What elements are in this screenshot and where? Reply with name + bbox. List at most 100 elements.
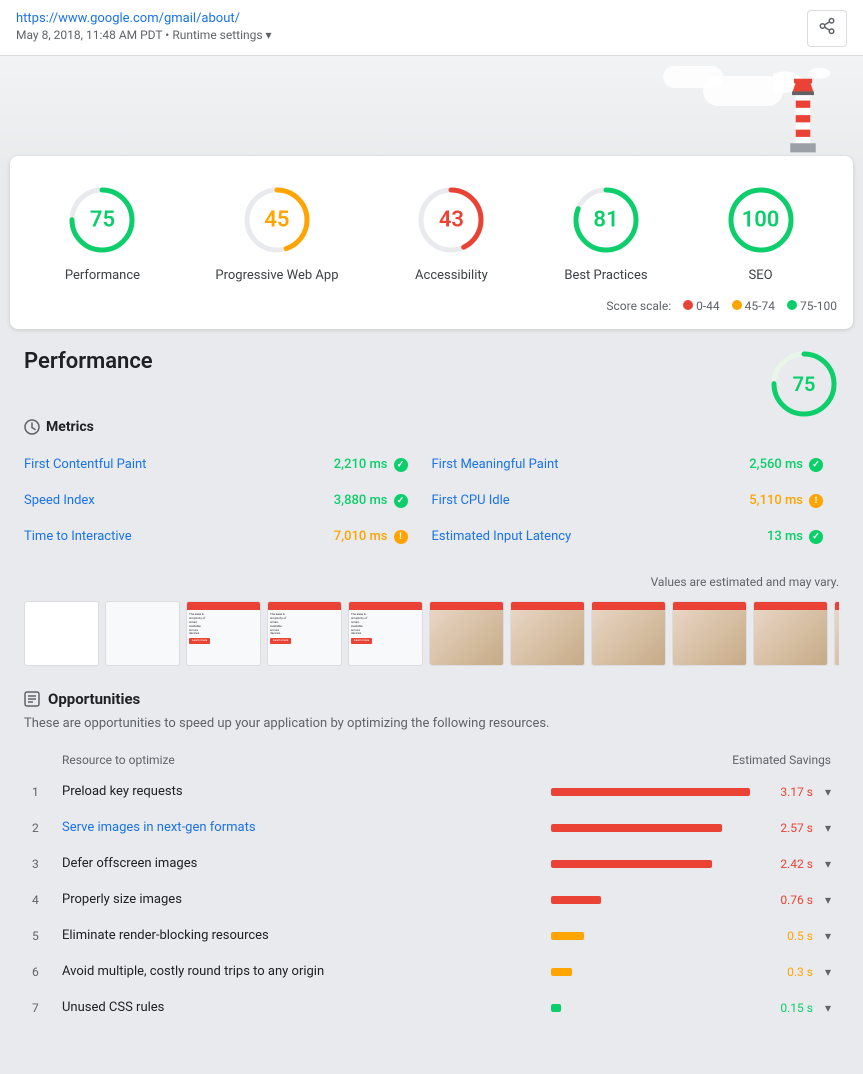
opp-name[interactable]: Serve images in next-gen formats (62, 820, 551, 835)
metric-status-dot: ! (809, 494, 823, 508)
performance-score-circle: 75 (769, 349, 839, 419)
score-number-seo: 100 (742, 208, 780, 233)
metric-name[interactable]: First Meaningful Paint (432, 457, 559, 472)
filmstrip-frame: The ease &simplicity ofGmail,availableac… (267, 601, 342, 666)
score-scale-label: Score scale: (606, 299, 671, 313)
performance-score-value: 75 (793, 372, 816, 396)
filmstrip: The ease &simplicity ofGmail,availableac… (24, 601, 839, 666)
opp-savings: 0.76 s ▾ (551, 893, 831, 907)
chevron-down-icon: ▾ (825, 821, 831, 835)
metric-value: 3,880 ms ✓ (334, 493, 408, 508)
metric-status-dot: ✓ (809, 458, 823, 472)
opp-bar-container (551, 1004, 760, 1012)
col-resource-header: Resource to optimize (62, 753, 551, 767)
score-number-pwa: 45 (264, 208, 289, 233)
estimates-note: Values are estimated and may vary. (24, 575, 839, 589)
opportunities-list: 1 Preload key requests 3.17 s ▾ 2 Serve … (24, 773, 839, 1025)
opp-name: Unused CSS rules (62, 1000, 551, 1015)
opp-bar (551, 860, 712, 868)
opp-number: 2 (32, 821, 62, 835)
score-circle-performance: 75 (62, 180, 142, 260)
score-item-performance[interactable]: 75 Performance (62, 180, 142, 283)
metric-row: First Meaningful Paint 2,560 ms ✓ (432, 447, 840, 483)
opportunity-row[interactable]: 1 Preload key requests 3.17 s ▾ (24, 773, 839, 809)
main-content: Performance 75 Metrics First Contentful … (0, 329, 863, 1045)
opp-bar (551, 1004, 561, 1012)
score-item-pwa[interactable]: 45 Progressive Web App (215, 180, 338, 283)
metric-value: 7,010 ms ! (334, 529, 408, 544)
chevron-down-icon: ▾ (825, 857, 831, 871)
metric-name[interactable]: Estimated Input Latency (432, 529, 572, 544)
opp-name: Preload key requests (62, 784, 551, 799)
opportunities-title: Opportunities (48, 690, 140, 708)
score-number-accessibility: 43 (439, 208, 464, 233)
opp-savings: 0.15 s ▾ (551, 1001, 831, 1015)
metric-name[interactable]: Time to Interactive (24, 529, 132, 544)
score-item-seo[interactable]: 100 SEO (721, 180, 801, 283)
opportunities-icon (24, 691, 40, 707)
metric-row: Speed Index 3,880 ms ✓ (24, 483, 432, 519)
url-link[interactable]: https://www.google.com/gmail/about/ (16, 11, 240, 26)
filmstrip-frame (591, 601, 666, 666)
score-label-best-practices: Best Practices (564, 268, 647, 283)
opp-bar (551, 968, 572, 976)
opp-bar (551, 824, 722, 832)
metric-value: 2,210 ms ✓ (334, 457, 408, 472)
score-item-best-practices[interactable]: 81 Best Practices (564, 180, 647, 283)
metric-name[interactable]: First CPU Idle (432, 493, 510, 508)
metrics-label: Metrics (46, 419, 94, 435)
score-circle-pwa: 45 (237, 180, 317, 260)
opp-savings: 3.17 s ▾ (551, 785, 831, 799)
opp-savings: 0.5 s ▾ (551, 929, 831, 943)
score-label-pwa: Progressive Web App (215, 268, 338, 283)
metric-status-dot: ! (394, 530, 408, 544)
opp-value: 2.57 s (768, 821, 813, 835)
metric-status-dot: ✓ (394, 494, 408, 508)
filmstrip-frame (24, 601, 99, 666)
opp-number: 1 (32, 785, 62, 799)
opp-number: 4 (32, 893, 62, 907)
share-button[interactable] (807, 10, 847, 47)
metric-name[interactable]: Speed Index (24, 493, 95, 508)
score-number-best-practices: 81 (593, 208, 618, 233)
opportunity-row[interactable]: 3 Defer offscreen images 2.42 s ▾ (24, 845, 839, 881)
opp-value: 3.17 s (768, 785, 813, 799)
opportunity-row[interactable]: 7 Unused CSS rules 0.15 s ▾ (24, 989, 839, 1025)
metric-row: Estimated Input Latency 13 ms ✓ (432, 519, 840, 555)
opp-bar (551, 788, 750, 796)
filmstrip-frame: The ease &simplicity ofGmail,availableac… (186, 601, 261, 666)
opp-value: 0.3 s (768, 965, 813, 979)
metric-value: 13 ms ✓ (767, 529, 823, 544)
opp-bar (551, 932, 584, 940)
opportunity-row[interactable]: 6 Avoid multiple, costly round trips to … (24, 953, 839, 989)
metric-row: Time to Interactive 7,010 ms ! (24, 519, 432, 555)
metrics-header: Metrics (24, 419, 839, 435)
opportunity-row[interactable]: 5 Eliminate render-blocking resources 0.… (24, 917, 839, 953)
filmstrip-frame (429, 601, 504, 666)
url-info: https://www.google.com/gmail/about/ May … (16, 10, 272, 42)
opp-number: 5 (32, 929, 62, 943)
opp-bar-container (551, 788, 760, 796)
filmstrip-frame (834, 601, 839, 666)
metric-row: First CPU Idle 5,110 ms ! (432, 483, 840, 519)
opp-name: Eliminate render-blocking resources (62, 928, 551, 943)
score-label-performance: Performance (65, 268, 140, 283)
col-savings-header: Estimated Savings (551, 753, 831, 767)
opportunity-row[interactable]: 4 Properly size images 0.76 s ▾ (24, 881, 839, 917)
opp-number: 7 (32, 1001, 62, 1015)
metrics-section: Metrics First Contentful Paint 2,210 ms … (24, 419, 839, 555)
opp-bar-container (551, 860, 760, 868)
chevron-down-icon: ▾ (825, 785, 831, 799)
opp-savings: 0.3 s ▾ (551, 965, 831, 979)
opportunities-table-header: Resource to optimize Estimated Savings (24, 747, 839, 773)
opportunities-section: Opportunities These are opportunities to… (24, 690, 839, 1025)
opportunity-row[interactable]: 2 Serve images in next-gen formats 2.57 … (24, 809, 839, 845)
opp-name: Properly size images (62, 892, 551, 907)
opp-number: 3 (32, 857, 62, 871)
filmstrip-frame: The ease &simplicity ofGmail,availableac… (348, 601, 423, 666)
opp-savings: 2.42 s ▾ (551, 857, 831, 871)
opp-number: 6 (32, 965, 62, 979)
score-item-accessibility[interactable]: 43 Accessibility (411, 180, 491, 283)
metric-name[interactable]: First Contentful Paint (24, 457, 146, 472)
filmstrip-frame (672, 601, 747, 666)
